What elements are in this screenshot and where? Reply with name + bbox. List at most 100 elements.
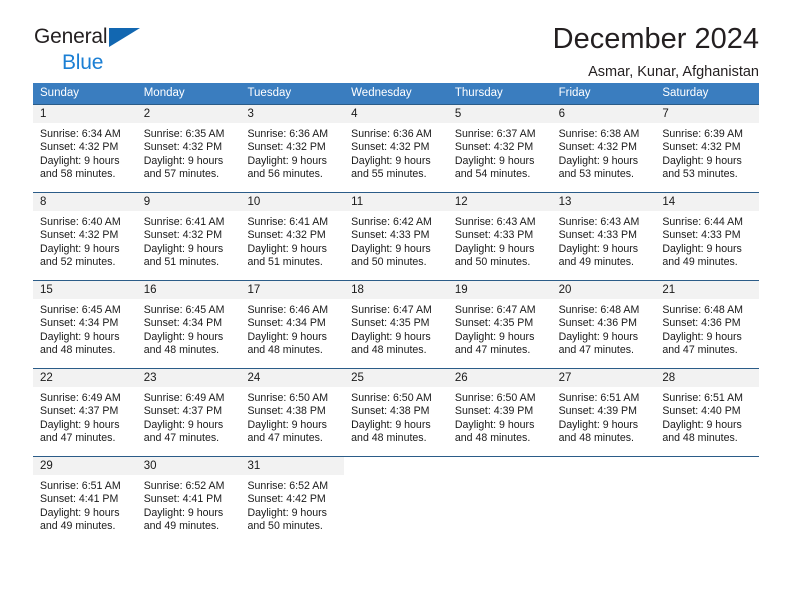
daylight-text-line1: Daylight: 9 hours bbox=[247, 418, 327, 431]
calendar-day-cell[interactable]: 19 Sunrise: 6:47 AM Sunset: 4:35 PM Dayl… bbox=[447, 281, 552, 368]
day-number: 7 bbox=[655, 105, 760, 123]
sunrise-text: Sunrise: 6:37 AM bbox=[454, 128, 536, 140]
day-number: 26 bbox=[447, 369, 552, 387]
day-details: Sunrise: 6:40 AM Sunset: 4:32 PM Dayligh… bbox=[33, 211, 137, 270]
sunrise-text: Sunrise: 6:39 AM bbox=[662, 128, 743, 140]
calendar-day-cell[interactable]: 15 Sunrise: 6:45 AM Sunset: 4:34 PM Dayl… bbox=[33, 281, 137, 368]
calendar-day-cell[interactable]: 31 Sunrise: 6:52 AM Sunset: 4:42 PM Dayl… bbox=[240, 457, 345, 544]
calendar-day-cell[interactable]: 28 Sunrise: 6:51 AM Sunset: 4:40 PM Dayl… bbox=[655, 369, 760, 456]
calendar-day-cell[interactable]: 18 Sunrise: 6:47 AM Sunset: 4:35 PM Dayl… bbox=[344, 281, 448, 368]
sunset-text: Sunset: 4:33 PM bbox=[454, 229, 534, 242]
day-number bbox=[344, 457, 448, 475]
calendar-day-cell[interactable]: 1 Sunrise: 6:34 AM Sunset: 4:32 PM Dayli… bbox=[33, 105, 137, 192]
weekday-header-row: Sunday Monday Tuesday Wednesday Thursday… bbox=[33, 83, 759, 104]
calendar-day-cell[interactable]: 7 Sunrise: 6:39 AM Sunset: 4:32 PM Dayli… bbox=[655, 105, 760, 192]
sunset-text: Sunset: 4:39 PM bbox=[454, 405, 534, 418]
calendar-day-cell[interactable]: 17 Sunrise: 6:46 AM Sunset: 4:34 PM Dayl… bbox=[240, 281, 345, 368]
calendar-day-cell[interactable]: 4 Sunrise: 6:36 AM Sunset: 4:32 PM Dayli… bbox=[344, 105, 448, 192]
day-details: Sunrise: 6:41 AM Sunset: 4:32 PM Dayligh… bbox=[240, 211, 344, 270]
calendar-day-cell[interactable]: 11 Sunrise: 6:42 AM Sunset: 4:33 PM Dayl… bbox=[344, 193, 448, 280]
daylight-text-line2: and 47 minutes. bbox=[40, 432, 116, 445]
daylight-text-line1: Daylight: 9 hours bbox=[40, 418, 120, 431]
calendar-day-cell[interactable]: 12 Sunrise: 6:43 AM Sunset: 4:33 PM Dayl… bbox=[447, 193, 552, 280]
day-number: 21 bbox=[655, 281, 760, 299]
sunrise-text: Sunrise: 6:38 AM bbox=[558, 128, 640, 140]
calendar-day-cell[interactable]: 16 Sunrise: 6:45 AM Sunset: 4:34 PM Dayl… bbox=[136, 281, 241, 368]
daylight-text-line1: Daylight: 9 hours bbox=[351, 418, 431, 431]
calendar-day-cell[interactable]: 20 Sunrise: 6:48 AM Sunset: 4:36 PM Dayl… bbox=[551, 281, 656, 368]
daylight-text-line2: and 58 minutes. bbox=[40, 168, 116, 181]
sunset-text: Sunset: 4:42 PM bbox=[247, 493, 326, 506]
page-title: December 2024 bbox=[552, 23, 759, 55]
logo-text-blue: Blue bbox=[62, 51, 104, 74]
day-details: Sunrise: 6:48 AM Sunset: 4:36 PM Dayligh… bbox=[552, 299, 656, 358]
weekday-header-saturday: Saturday bbox=[662, 87, 709, 99]
daylight-text-line1: Daylight: 9 hours bbox=[351, 154, 431, 167]
calendar-day-cell[interactable]: 24 Sunrise: 6:50 AM Sunset: 4:38 PM Dayl… bbox=[240, 369, 345, 456]
calendar-day-cell-empty bbox=[447, 457, 552, 544]
sunrise-text: Sunrise: 6:51 AM bbox=[40, 480, 121, 492]
daylight-text-line1: Daylight: 9 hours bbox=[40, 330, 120, 343]
sunset-text: Sunset: 4:33 PM bbox=[558, 229, 637, 242]
calendar-day-cell[interactable]: 26 Sunrise: 6:50 AM Sunset: 4:39 PM Dayl… bbox=[447, 369, 552, 456]
day-details: Sunrise: 6:47 AM Sunset: 4:35 PM Dayligh… bbox=[448, 299, 552, 358]
calendar-day-cell[interactable]: 8 Sunrise: 6:40 AM Sunset: 4:32 PM Dayli… bbox=[33, 193, 137, 280]
day-details: Sunrise: 6:37 AM Sunset: 4:32 PM Dayligh… bbox=[448, 123, 552, 182]
daylight-text-line2: and 48 minutes. bbox=[143, 344, 220, 357]
calendar-day-cell[interactable]: 27 Sunrise: 6:51 AM Sunset: 4:39 PM Dayl… bbox=[551, 369, 656, 456]
sunrise-text: Sunrise: 6:51 AM bbox=[558, 392, 640, 404]
daylight-text-line2: and 48 minutes. bbox=[558, 432, 634, 445]
day-number: 6 bbox=[551, 105, 656, 123]
sunset-text: Sunset: 4:34 PM bbox=[247, 317, 326, 330]
sunrise-text: Sunrise: 6:49 AM bbox=[143, 392, 225, 404]
calendar-day-cell[interactable]: 3 Sunrise: 6:36 AM Sunset: 4:32 PM Dayli… bbox=[240, 105, 345, 192]
calendar-day-cell[interactable]: 25 Sunrise: 6:50 AM Sunset: 4:38 PM Dayl… bbox=[344, 369, 448, 456]
calendar-day-cell[interactable]: 6 Sunrise: 6:38 AM Sunset: 4:32 PM Dayli… bbox=[551, 105, 656, 192]
sunset-text: Sunset: 4:32 PM bbox=[247, 141, 326, 154]
calendar-day-cell[interactable]: 9 Sunrise: 6:41 AM Sunset: 4:32 PM Dayli… bbox=[136, 193, 241, 280]
daylight-text-line2: and 47 minutes. bbox=[454, 344, 531, 357]
day-number: 31 bbox=[240, 457, 345, 475]
daylight-text-line1: Daylight: 9 hours bbox=[454, 418, 535, 431]
daylight-text-line2: and 48 minutes. bbox=[40, 344, 116, 357]
daylight-text-line2: and 52 minutes. bbox=[40, 256, 116, 269]
sunset-text: Sunset: 4:34 PM bbox=[143, 317, 223, 330]
calendar-day-cell[interactable]: 29 Sunrise: 6:51 AM Sunset: 4:41 PM Dayl… bbox=[33, 457, 137, 544]
calendar-week-row: 29 Sunrise: 6:51 AM Sunset: 4:41 PM Dayl… bbox=[33, 456, 760, 544]
daylight-text-line1: Daylight: 9 hours bbox=[454, 154, 535, 167]
sunset-text: Sunset: 4:32 PM bbox=[40, 141, 119, 154]
sunrise-text: Sunrise: 6:52 AM bbox=[143, 480, 225, 492]
calendar-day-cell[interactable]: 14 Sunrise: 6:44 AM Sunset: 4:33 PM Dayl… bbox=[655, 193, 760, 280]
weekday-header-thursday: Thursday bbox=[454, 87, 503, 99]
day-details: Sunrise: 6:50 AM Sunset: 4:38 PM Dayligh… bbox=[344, 387, 448, 446]
calendar-day-cell[interactable]: 30 Sunrise: 6:52 AM Sunset: 4:41 PM Dayl… bbox=[136, 457, 241, 544]
sunrise-text: Sunrise: 6:43 AM bbox=[454, 216, 536, 228]
calendar-day-cell[interactable]: 13 Sunrise: 6:43 AM Sunset: 4:33 PM Dayl… bbox=[551, 193, 656, 280]
daylight-text-line2: and 50 minutes. bbox=[454, 256, 531, 269]
day-number: 13 bbox=[551, 193, 656, 211]
daylight-text-line1: Daylight: 9 hours bbox=[247, 154, 327, 167]
title-block: December 2024 Asmar, Kunar, Afghanistan bbox=[553, 0, 759, 82]
day-number: 22 bbox=[33, 369, 137, 387]
day-details: Sunrise: 6:41 AM Sunset: 4:32 PM Dayligh… bbox=[137, 211, 241, 270]
day-number: 24 bbox=[240, 369, 345, 387]
calendar-day-cell[interactable]: 21 Sunrise: 6:48 AM Sunset: 4:36 PM Dayl… bbox=[655, 281, 760, 368]
calendar-week-row: 1 Sunrise: 6:34 AM Sunset: 4:32 PM Dayli… bbox=[33, 104, 760, 192]
calendar-day-cell[interactable]: 23 Sunrise: 6:49 AM Sunset: 4:37 PM Dayl… bbox=[136, 369, 241, 456]
daylight-text-line1: Daylight: 9 hours bbox=[558, 242, 639, 255]
sunrise-text: Sunrise: 6:43 AM bbox=[558, 216, 640, 228]
sunset-text: Sunset: 4:40 PM bbox=[662, 405, 741, 418]
day-number: 19 bbox=[447, 281, 552, 299]
day-details: Sunrise: 6:51 AM Sunset: 4:39 PM Dayligh… bbox=[552, 387, 656, 446]
calendar-day-cell[interactable]: 5 Sunrise: 6:37 AM Sunset: 4:32 PM Dayli… bbox=[447, 105, 552, 192]
calendar-day-cell[interactable]: 10 Sunrise: 6:41 AM Sunset: 4:32 PM Dayl… bbox=[240, 193, 345, 280]
day-details: Sunrise: 6:43 AM Sunset: 4:33 PM Dayligh… bbox=[552, 211, 656, 270]
daylight-text-line2: and 48 minutes. bbox=[454, 432, 531, 445]
calendar-day-cell[interactable]: 22 Sunrise: 6:49 AM Sunset: 4:37 PM Dayl… bbox=[33, 369, 137, 456]
daylight-text-line2: and 49 minutes. bbox=[662, 256, 738, 269]
daylight-text-line1: Daylight: 9 hours bbox=[558, 418, 639, 431]
day-details: Sunrise: 6:49 AM Sunset: 4:37 PM Dayligh… bbox=[33, 387, 137, 446]
calendar-day-cell[interactable]: 2 Sunrise: 6:35 AM Sunset: 4:32 PM Dayli… bbox=[136, 105, 241, 192]
calendar-week-row: 15 Sunrise: 6:45 AM Sunset: 4:34 PM Dayl… bbox=[33, 280, 760, 368]
sunset-text: Sunset: 4:37 PM bbox=[40, 405, 119, 418]
